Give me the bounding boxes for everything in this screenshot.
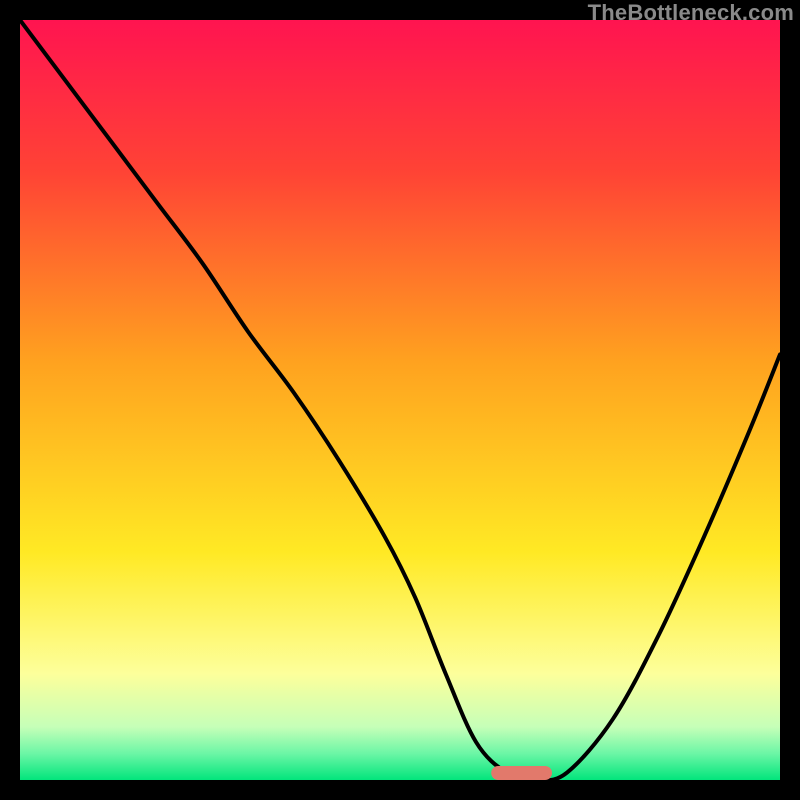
gradient-background [20,20,780,780]
watermark-text: TheBottleneck.com [588,0,794,26]
optimal-marker [491,766,552,780]
bottleneck-chart [20,20,780,780]
chart-frame [20,20,780,780]
